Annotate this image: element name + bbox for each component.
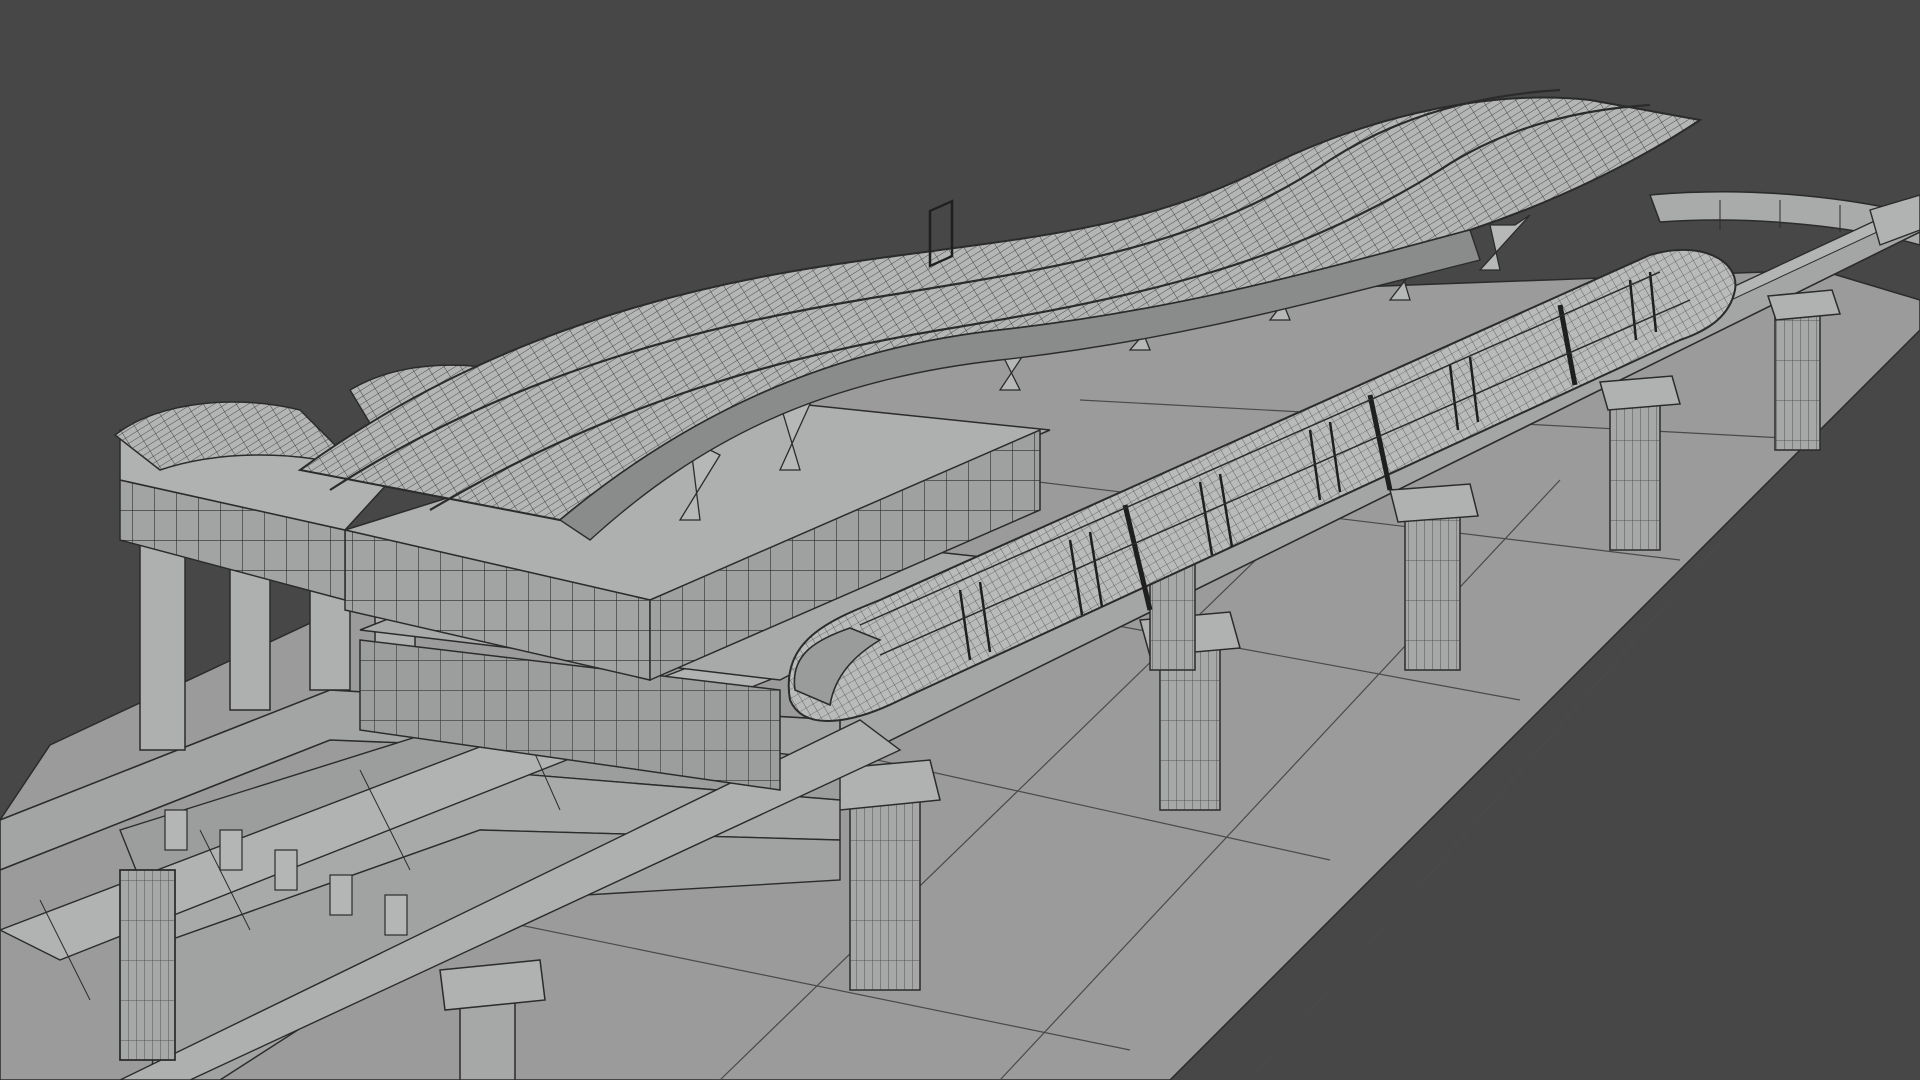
3d-viewport[interactable] <box>0 0 1920 1080</box>
scene-render <box>0 88 1920 1080</box>
